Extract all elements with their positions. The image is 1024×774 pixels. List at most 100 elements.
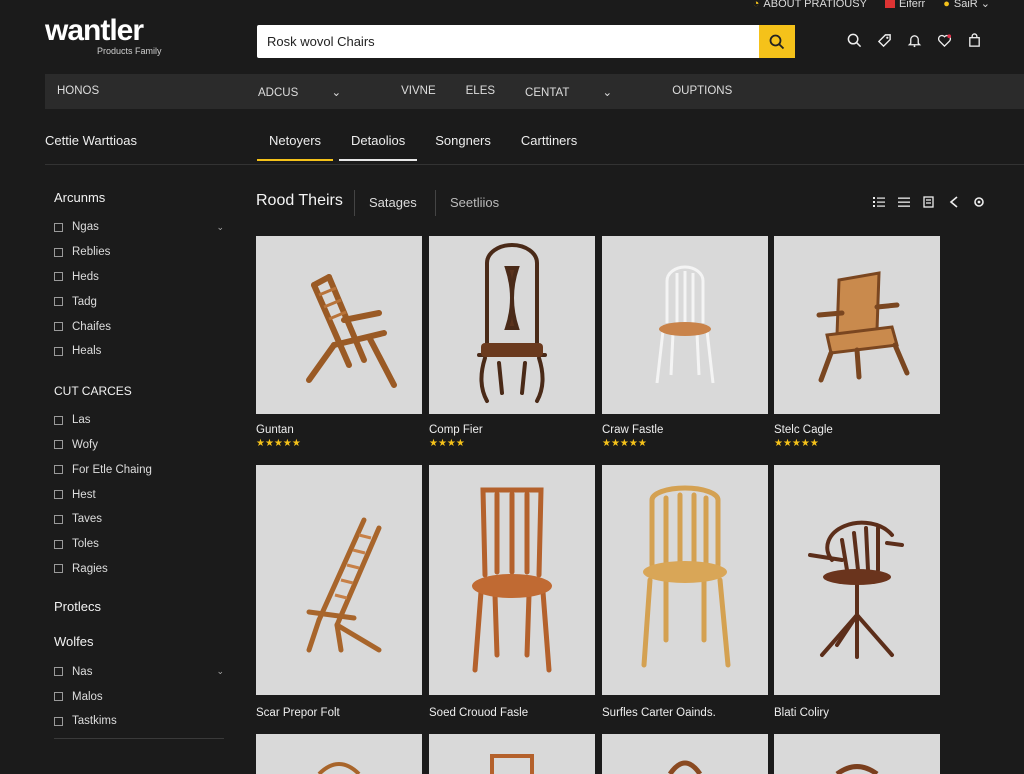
filter-item[interactable]: Ragies <box>54 557 224 582</box>
product-image[interactable] <box>256 465 422 695</box>
nav-item[interactable]: VIVNE <box>401 85 436 99</box>
chevron-down-icon[interactable]: ⌄ <box>216 222 224 233</box>
filter-item[interactable]: Toles <box>54 532 224 557</box>
product-image[interactable] <box>602 734 768 774</box>
filter-item[interactable]: Tadg <box>54 289 224 314</box>
product-card[interactable]: Stelc Cagle ★★★★★ <box>774 236 940 449</box>
product-image[interactable] <box>774 236 940 414</box>
product-image[interactable] <box>774 734 940 774</box>
logo-tagline: Products Family <box>97 46 162 56</box>
product-name[interactable]: Craw Fastle <box>602 424 768 436</box>
filter-item[interactable]: Nas ⌄ <box>54 659 224 684</box>
search-bar <box>257 25 795 58</box>
nav-item[interactable]: OUPTIONS <box>672 85 732 99</box>
account-link[interactable]: ◔ ABOUT PRATIOUSY <box>753 0 867 10</box>
checkbox[interactable] <box>54 415 63 425</box>
filter-item[interactable]: Chaifes <box>54 314 224 339</box>
tab[interactable]: Carttiners <box>509 125 589 161</box>
product-card[interactable]: Surfles Carter Oainds. <box>602 465 768 719</box>
filter-item[interactable]: Heals <box>54 339 224 364</box>
product-name[interactable]: Scar Prepor Folt <box>256 707 422 719</box>
search-button[interactable] <box>759 25 795 58</box>
filter-heading[interactable]: Protlecs <box>54 599 224 614</box>
tab[interactable]: Netoyers <box>257 125 334 161</box>
checkbox[interactable] <box>54 514 63 524</box>
product-card[interactable]: Comp Fier ★★★★ <box>429 236 595 449</box>
filter-item[interactable]: Wofy <box>54 433 224 458</box>
filter-item[interactable]: For Etle Chaing <box>54 457 224 482</box>
cart-icon[interactable] <box>966 32 982 48</box>
filter-item[interactable]: Ngas ⌄ <box>54 215 224 240</box>
nav-item[interactable]: ELES <box>466 85 495 99</box>
checkbox[interactable] <box>54 692 63 702</box>
product-card[interactable] <box>774 734 940 774</box>
product-card[interactable] <box>602 734 768 774</box>
sort-link[interactable]: Satages <box>369 195 417 210</box>
product-card[interactable]: Guntan ★★★★★ <box>256 236 422 449</box>
filter-link[interactable]: Seetliios <box>450 195 499 210</box>
menu-icon[interactable] <box>897 195 911 212</box>
signin-link[interactable]: ● SaiR ⌄ <box>943 0 990 10</box>
tag-icon[interactable] <box>876 32 892 48</box>
product-name[interactable]: Blati Coliry <box>774 707 940 719</box>
product-name[interactable]: Comp Fier <box>429 424 595 436</box>
filter-item[interactable]: Malos <box>54 684 224 709</box>
chevron-down-icon[interactable]: ⌄ <box>216 666 224 677</box>
checkbox[interactable] <box>54 440 63 450</box>
checkbox[interactable] <box>54 716 63 726</box>
product-image[interactable] <box>429 734 595 774</box>
bell-icon[interactable] <box>906 32 922 48</box>
product-image[interactable] <box>602 465 768 695</box>
logo[interactable]: wantler Products Family <box>45 16 162 57</box>
product-name[interactable]: Guntan <box>256 424 422 436</box>
checkbox[interactable] <box>54 222 63 232</box>
checkbox[interactable] <box>54 272 63 282</box>
product-name[interactable]: Soed Crouod Fasle <box>429 707 595 719</box>
heart-icon[interactable] <box>936 32 952 48</box>
checkbox[interactable] <box>54 297 63 307</box>
product-card[interactable] <box>429 734 595 774</box>
product-image[interactable] <box>429 465 595 695</box>
search-icon[interactable] <box>846 32 862 48</box>
filter-item[interactable]: Heds <box>54 265 224 290</box>
nav-item[interactable]: ADCUS ⌄ <box>258 85 371 99</box>
filter-item[interactable]: Tastkims <box>54 709 224 734</box>
product-image[interactable] <box>774 465 940 695</box>
product-image[interactable] <box>602 236 768 414</box>
product-card[interactable]: Craw Fastle ★★★★★ <box>602 236 768 449</box>
checkbox[interactable] <box>54 247 63 257</box>
checkbox[interactable] <box>54 667 63 677</box>
checkbox[interactable] <box>54 322 63 332</box>
tab[interactable]: Songners <box>423 125 503 161</box>
filter-item[interactable]: Reblies <box>54 240 224 265</box>
product-name[interactable]: Stelc Cagle <box>774 424 940 436</box>
settings-icon[interactable] <box>972 195 986 212</box>
product-card[interactable] <box>256 734 422 774</box>
rating-stars: ★★★★★ <box>602 438 647 449</box>
list-icon[interactable] <box>872 195 886 212</box>
product-image[interactable] <box>256 236 422 414</box>
filter-item[interactable]: Taves <box>54 507 224 532</box>
nav-item[interactable]: CENTAT ⌄ <box>525 85 642 99</box>
product-image[interactable] <box>256 734 422 774</box>
filter-item[interactable]: Hest <box>54 482 224 507</box>
checkbox[interactable] <box>54 490 63 500</box>
filter-item[interactable]: Las <box>54 408 224 433</box>
product-name[interactable]: Surfles Carter Oainds. <box>602 707 768 719</box>
compare-icon[interactable] <box>922 195 936 212</box>
search-input[interactable] <box>257 25 757 58</box>
checkbox[interactable] <box>54 346 63 356</box>
tab[interactable]: Detaolios <box>339 125 418 161</box>
product-image[interactable] <box>429 236 595 414</box>
checkbox[interactable] <box>54 564 63 574</box>
nav-home[interactable]: HONOS <box>57 85 99 97</box>
rating-stars: ★★★★★ <box>256 438 301 449</box>
chair-image <box>816 271 910 383</box>
product-card[interactable]: Soed Crouod Fasle <box>429 465 595 719</box>
checkbox[interactable] <box>54 465 63 475</box>
region-link[interactable]: Eiferr <box>884 0 925 10</box>
checkbox[interactable] <box>54 539 63 549</box>
product-card[interactable]: Blati Coliry <box>774 465 940 719</box>
product-card[interactable]: Scar Prepor Folt <box>256 465 422 719</box>
share-icon[interactable] <box>947 195 961 212</box>
